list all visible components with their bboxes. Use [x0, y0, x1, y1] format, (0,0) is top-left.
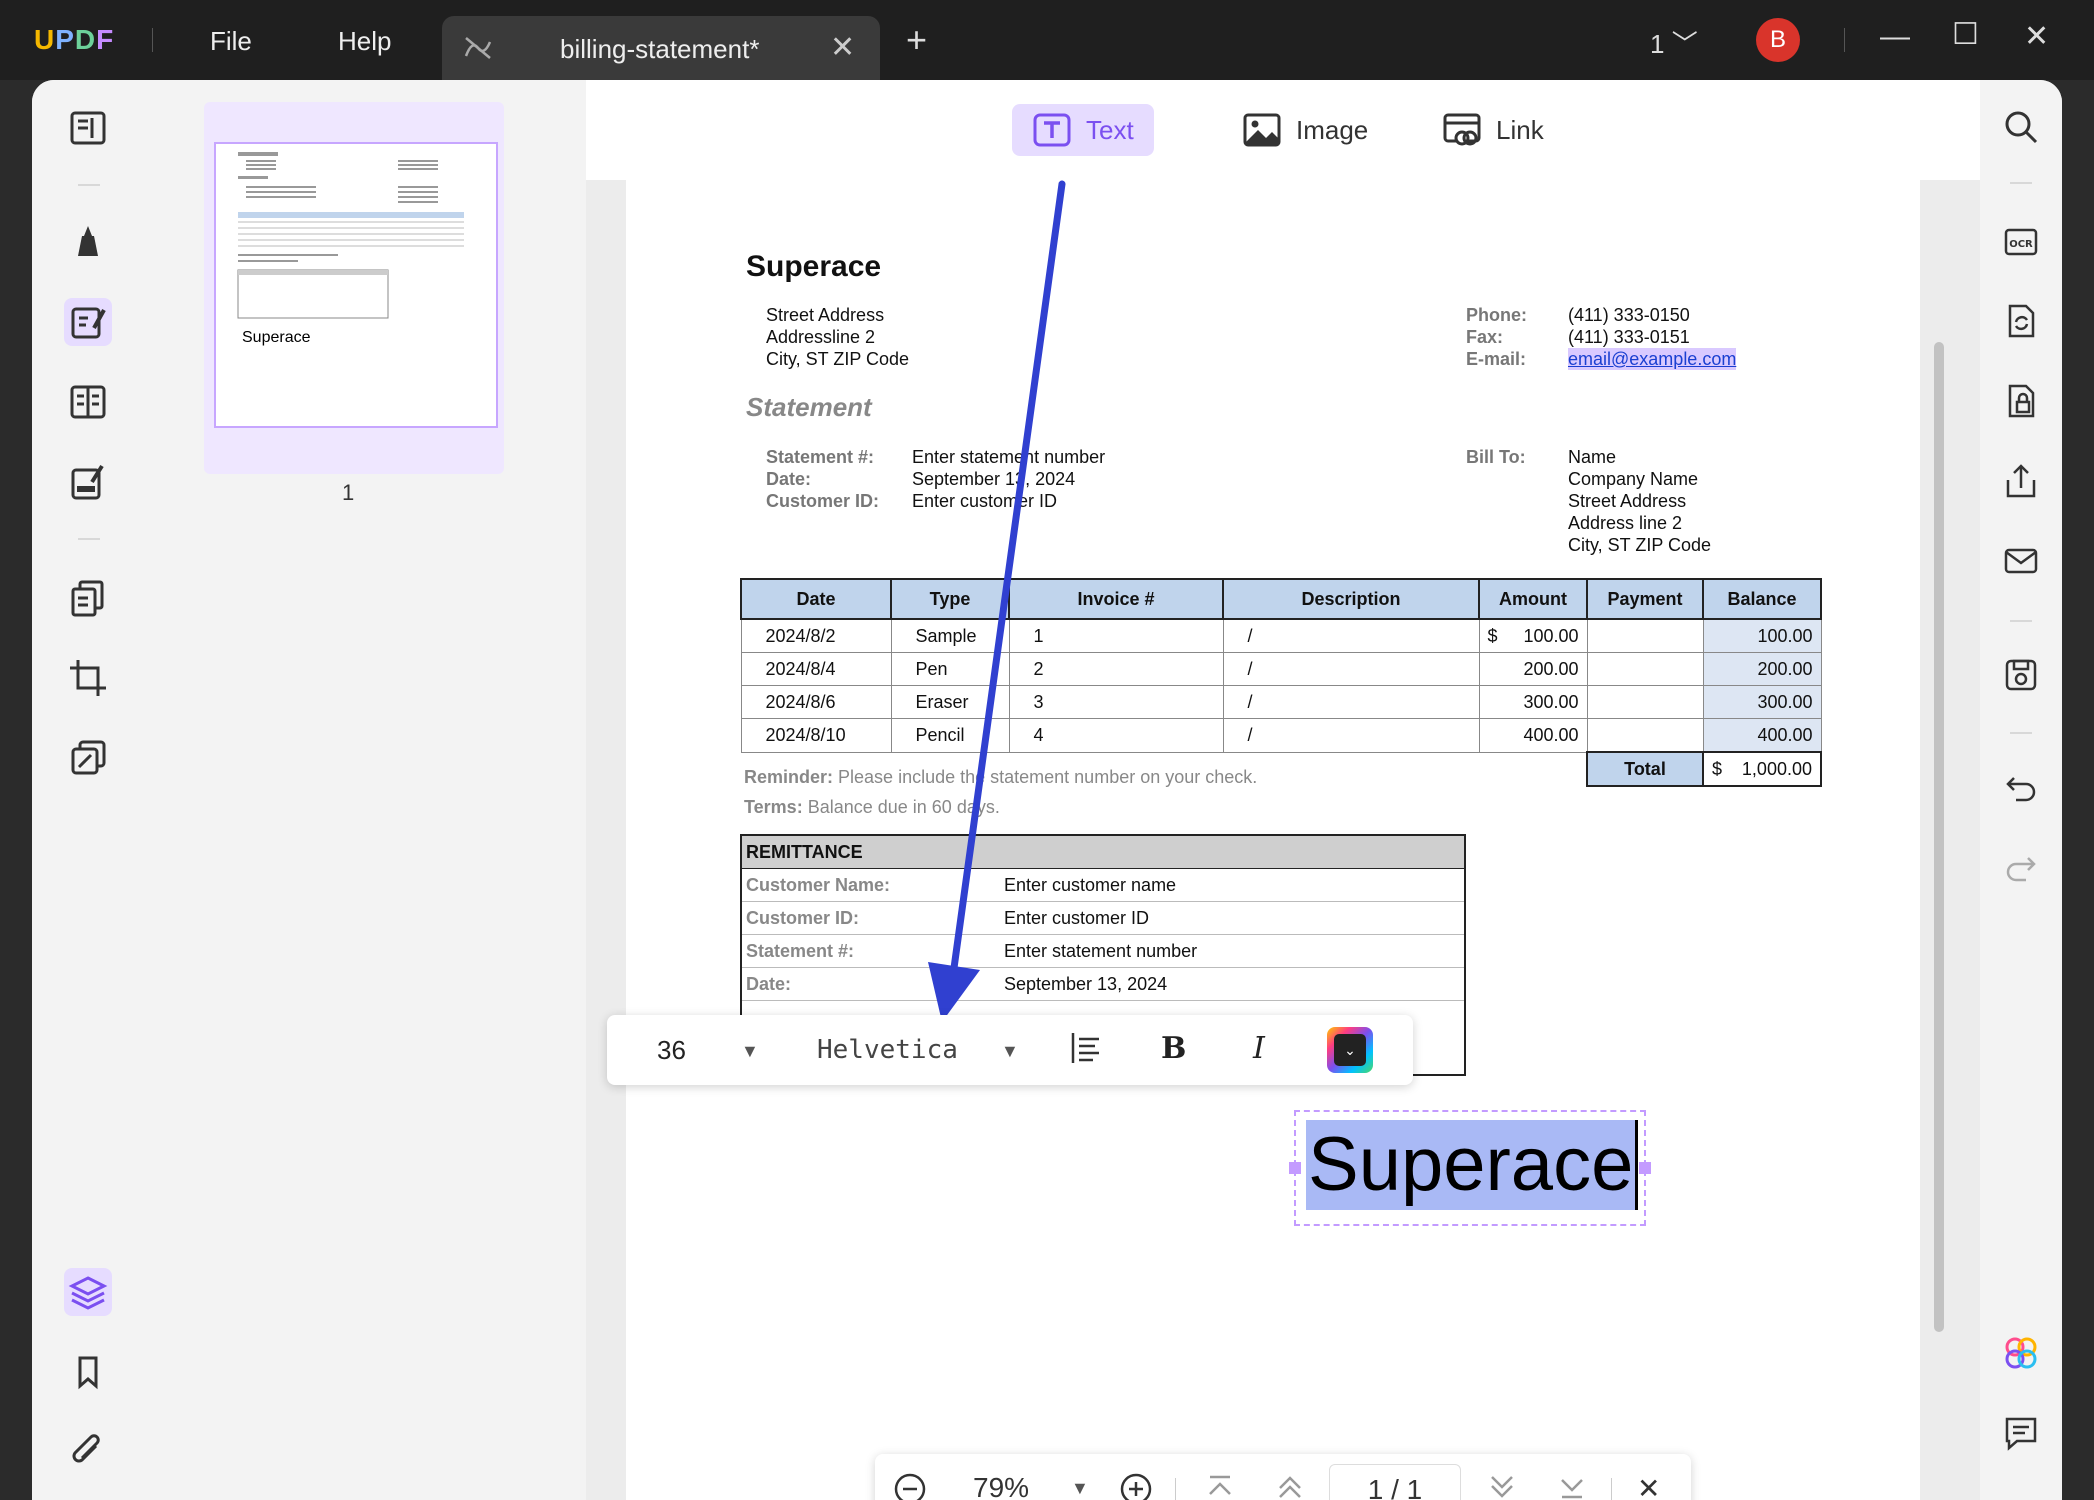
italic-button[interactable]: I	[1253, 1031, 1265, 1066]
title-bar: UPDF File Help billing-statement* ✕ + 1 …	[0, 0, 2094, 80]
page-thumbnail[interactable]: Superace	[204, 102, 504, 474]
thumbnail-text: Superace	[242, 329, 311, 346]
right-toolbar: OCR	[1980, 80, 2062, 1500]
thumbnail-content-preview	[237, 152, 464, 319]
attachment-icon[interactable]	[64, 1428, 112, 1476]
convert-icon[interactable]	[2000, 300, 2042, 342]
align-left-icon[interactable]	[1069, 1031, 1103, 1065]
font-size-value: 36	[657, 1035, 686, 1065]
font-size-dropdown-icon[interactable]: ▼	[741, 1041, 759, 1062]
bold-button[interactable]: B	[1161, 1031, 1186, 1066]
app-window: Superace 1 Text Image Link Superace Stre…	[32, 80, 2062, 1500]
zoom-dropdown-icon[interactable]: ▼	[1071, 1478, 1089, 1499]
redo-icon[interactable]	[2000, 846, 2042, 888]
resize-handle-left[interactable]	[1289, 1162, 1301, 1174]
edit-pdf-icon[interactable]	[64, 298, 112, 346]
protect-icon[interactable]	[2000, 380, 2042, 422]
font-family-select[interactable]: Helvetica	[817, 1035, 958, 1065]
font-family-dropdown-icon[interactable]: ▼	[1001, 1041, 1019, 1062]
annotation-arrow	[928, 180, 1066, 1022]
zoom-navigation-bar: 79% ▼ 1 / 1 ✕	[875, 1454, 1691, 1500]
organize-pages-icon[interactable]	[64, 378, 112, 426]
divider	[1844, 28, 1845, 52]
divider	[2010, 182, 2032, 184]
thumbnail-page: Superace	[214, 142, 498, 428]
divider	[78, 538, 100, 540]
color-dropdown-icon: ⌄	[1334, 1034, 1366, 1066]
divider	[2010, 732, 2032, 734]
updf-logo: UPDF	[34, 24, 115, 55]
batch-icon[interactable]	[64, 734, 112, 782]
last-page-icon[interactable]	[1557, 1472, 1587, 1500]
save-icon[interactable]	[2000, 654, 2042, 696]
close-tab-icon[interactable]: ✕	[830, 30, 855, 65]
svg-text:OCR: OCR	[2009, 239, 2033, 250]
document-area: Text Image Link Superace Street Address …	[586, 80, 1980, 1500]
maximize-icon[interactable]: ☐	[1952, 20, 1979, 50]
divider	[152, 28, 153, 52]
divider	[1175, 1478, 1176, 1500]
avatar[interactable]: B	[1756, 18, 1800, 62]
vertical-scrollbar[interactable]	[1934, 342, 1944, 1332]
text-format-toolbar: 36 ▼ Helvetica ▼ B I ⌄	[607, 1015, 1413, 1085]
tab-title: billing-statement*	[560, 34, 760, 64]
page-tools-icon[interactable]	[64, 574, 112, 622]
bookmark-icon[interactable]	[64, 1348, 112, 1396]
page-number-input[interactable]: 1 / 1	[1329, 1464, 1461, 1500]
document-tab[interactable]: billing-statement* ✕	[442, 16, 880, 80]
first-page-icon[interactable]	[1205, 1472, 1235, 1500]
menu-file[interactable]: File	[210, 26, 252, 57]
thumbnail-page-number: 1	[342, 480, 355, 505]
page-selector-value: 1	[1650, 29, 1665, 59]
selected-text[interactable]: Superace	[1306, 1120, 1639, 1210]
divider	[2010, 620, 2032, 622]
zoom-level[interactable]: 79%	[973, 1472, 1029, 1500]
comment-highlighter-icon[interactable]	[64, 218, 112, 266]
selected-text-box[interactable]: Superace	[1289, 1110, 1651, 1226]
fill-sign-icon[interactable]	[64, 458, 112, 506]
chevron-down-icon: ﹀	[1671, 29, 1698, 59]
undo-icon[interactable]	[2000, 766, 2042, 808]
search-icon[interactable]	[2000, 106, 2042, 148]
divider	[1611, 1478, 1612, 1500]
divider	[78, 184, 100, 186]
menu-help[interactable]: Help	[338, 26, 391, 57]
comment-list-icon[interactable]	[2000, 1412, 2042, 1454]
close-window-icon[interactable]: ✕	[2024, 22, 2049, 52]
zoom-out-icon[interactable]	[893, 1472, 927, 1500]
font-size-select[interactable]: 36	[657, 1035, 686, 1066]
layers-icon[interactable]	[64, 1268, 112, 1316]
updf-ai-icon[interactable]	[2000, 1332, 2042, 1374]
next-page-icon[interactable]	[1487, 1472, 1517, 1500]
email-icon[interactable]	[2000, 540, 2042, 582]
reader-icon[interactable]	[64, 104, 112, 152]
page-selector[interactable]: 1 ﹀	[1650, 24, 1698, 61]
left-toolbar	[32, 80, 146, 1500]
thumbnail-panel: Superace 1	[146, 80, 587, 1500]
unsaved-edit-icon	[464, 37, 492, 59]
ocr-icon[interactable]: OCR	[2000, 220, 2042, 262]
zoom-in-icon[interactable]	[1119, 1472, 1153, 1500]
text-color-button[interactable]: ⌄	[1327, 1027, 1373, 1073]
resize-handle-right[interactable]	[1639, 1162, 1651, 1174]
close-zoom-bar-icon[interactable]: ✕	[1637, 1472, 1660, 1500]
minimize-icon[interactable]: —	[1880, 22, 1910, 52]
new-tab-button[interactable]: +	[906, 22, 927, 58]
share-icon[interactable]	[2000, 460, 2042, 502]
previous-page-icon[interactable]	[1275, 1472, 1305, 1500]
crop-icon[interactable]	[64, 654, 112, 702]
